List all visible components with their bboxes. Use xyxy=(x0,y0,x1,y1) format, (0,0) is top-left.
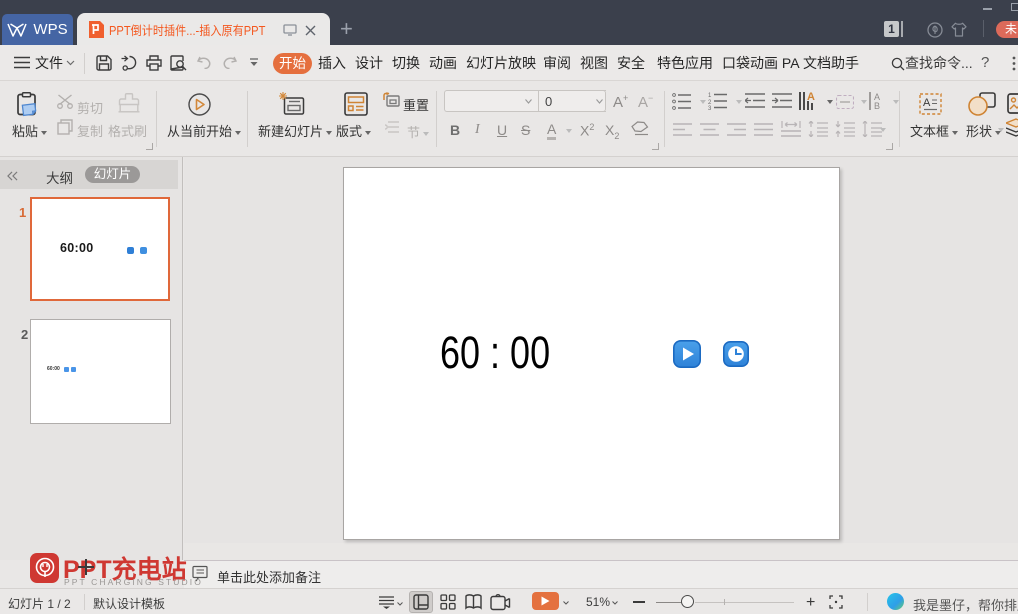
svg-text:3: 3 xyxy=(708,106,712,110)
svg-text:B: B xyxy=(874,101,880,110)
svg-text:1: 1 xyxy=(708,93,712,99)
svg-text:A: A xyxy=(923,97,931,109)
svg-text:A: A xyxy=(807,92,815,103)
